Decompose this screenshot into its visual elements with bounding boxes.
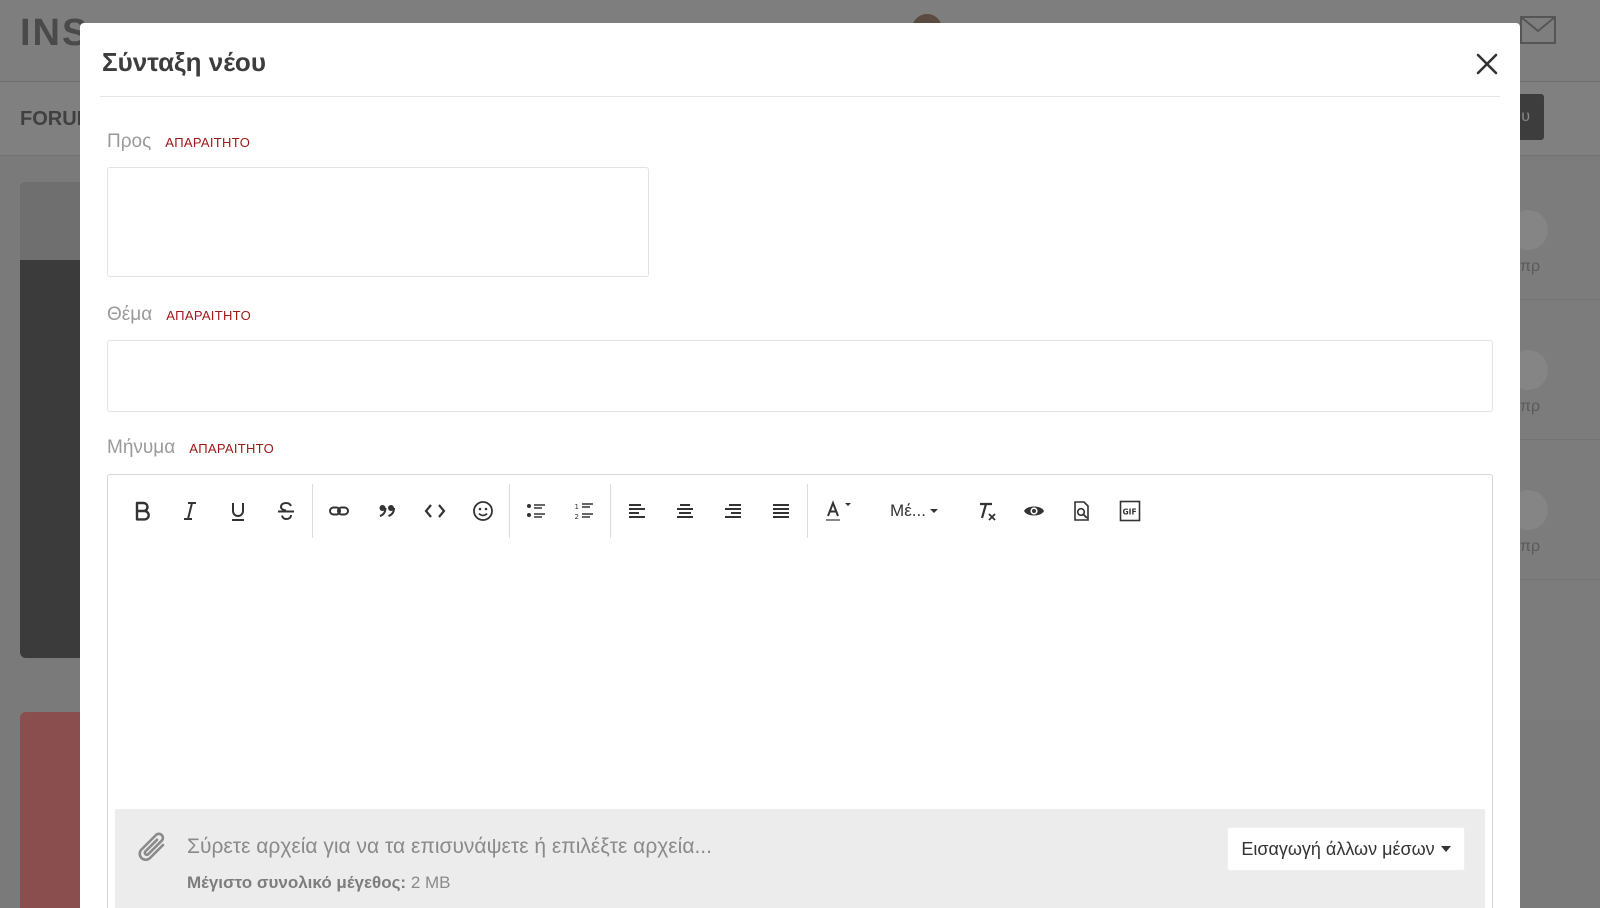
svg-text:1: 1 [575,503,579,511]
insert-other-media-label: Εισαγωγή άλλων μέσων [1241,838,1435,859]
close-button[interactable] [1470,47,1504,81]
italic-icon [184,502,196,520]
eye-icon [1024,506,1044,516]
gif-icon: GIF [1119,500,1141,522]
modal-title: Σύνταξη νέου [102,47,266,77]
list-item-text: πρ [1520,258,1541,275]
chevron-down-icon [929,509,938,513]
numbered-list-icon: 12 [575,503,593,521]
message-label-row: Μήνυμα ΑΠΑΡΑΙΤΗΤΟ [107,437,274,459]
align-left-button[interactable] [613,489,661,533]
bullet-list-button[interactable] [512,489,560,533]
code-icon [424,504,446,518]
required-badge: ΑΠΑΡΑΙΤΗΤΟ [166,308,252,323]
remove-format-icon [980,502,996,521]
align-justify-button[interactable] [757,489,805,533]
subject-label-row: Θέμα ΑΠΑΡΑΙΤΗΤΟ [107,304,251,326]
site-logo: INS [20,12,90,54]
preview-button[interactable] [1010,489,1058,533]
link-icon [329,506,349,516]
align-justify-icon [773,504,789,518]
chevron-down-icon [1440,846,1451,852]
align-right-icon [725,504,741,518]
paperclip-icon [138,832,165,861]
close-icon [1476,53,1498,75]
bullet-list-icon [527,504,545,518]
attachment-limit: Μέγιστο συνολικό μέγεθος: 2 MB [187,873,451,893]
text-color-button[interactable] [810,489,866,533]
align-center-icon [677,504,693,518]
to-label-row: Προς ΑΠΑΡΑΙΤΗΤΟ [107,131,250,153]
recipient-input[interactable] [107,167,649,277]
underline-button[interactable] [214,489,262,533]
underline-icon [232,503,244,521]
insert-other-media-button[interactable]: Εισαγωγή άλλων μέσων [1227,827,1465,871]
toolbar-separator [312,484,313,538]
quote-icon [379,505,395,517]
required-badge: ΑΠΑΡΑΙΤΗΤΟ [165,135,251,150]
attachment-limit-label: Μέγιστο συνολικό μέγεθος: [187,873,407,892]
remove-format-button[interactable] [962,489,1010,533]
list-item-text: πρ [1520,538,1541,555]
font-size-label: Μέ... [890,501,926,520]
message-label: Μήνυμα [107,437,176,458]
strikethrough-icon [278,501,294,521]
align-left-icon [629,504,645,518]
attachment-limit-value: 2 MB [410,873,451,892]
required-badge: ΑΠΑΡΑΙΤΗΤΟ [189,441,275,456]
font-size-select[interactable]: Μέ... [874,489,954,533]
text-color-icon [826,500,851,521]
bold-button[interactable] [118,489,166,533]
gif-button[interactable]: GIF [1106,489,1154,533]
bold-icon [135,501,150,521]
preview-page-icon [1074,501,1089,521]
quote-button[interactable] [363,489,411,533]
strikethrough-button[interactable] [262,489,310,533]
svg-text:GIF: GIF [1123,508,1137,517]
subject-input[interactable] [107,340,1493,412]
message-textarea[interactable] [108,547,1492,799]
editor-toolbar: 12 Μέ... GIF [108,475,1492,547]
list-item-text: πρ [1520,398,1541,415]
title-divider [100,96,1500,97]
italic-button[interactable] [166,489,214,533]
align-center-button[interactable] [661,489,709,533]
emoji-button[interactable] [459,489,507,533]
emoji-icon [473,501,493,521]
svg-text:2: 2 [575,513,579,521]
subject-label: Θέμα [107,304,153,325]
link-button[interactable] [315,489,363,533]
toolbar-separator [509,484,510,538]
align-right-button[interactable] [709,489,757,533]
envelope-icon [1520,16,1556,44]
toolbar-separator [610,484,611,538]
attachment-dropzone[interactable]: Σύρετε αρχεία για να τα επισυνάψετε ή επ… [115,809,1485,908]
message-editor: 12 Μέ... GIF Σύρετε αρχεία για να τα επι… [107,474,1493,908]
toolbar-separator [807,484,808,538]
to-label: Προς [107,131,152,152]
compose-modal: Σύνταξη νέου Προς ΑΠΑΡΑΙΤΗΤΟ Θέμα ΑΠΑΡΑΙ… [80,23,1520,908]
code-button[interactable] [411,489,459,533]
numbered-list-button[interactable]: 12 [560,489,608,533]
preview-page-button[interactable] [1058,489,1106,533]
attachment-drop-text[interactable]: Σύρετε αρχεία για να τα επισυνάψετε ή επ… [187,835,712,859]
